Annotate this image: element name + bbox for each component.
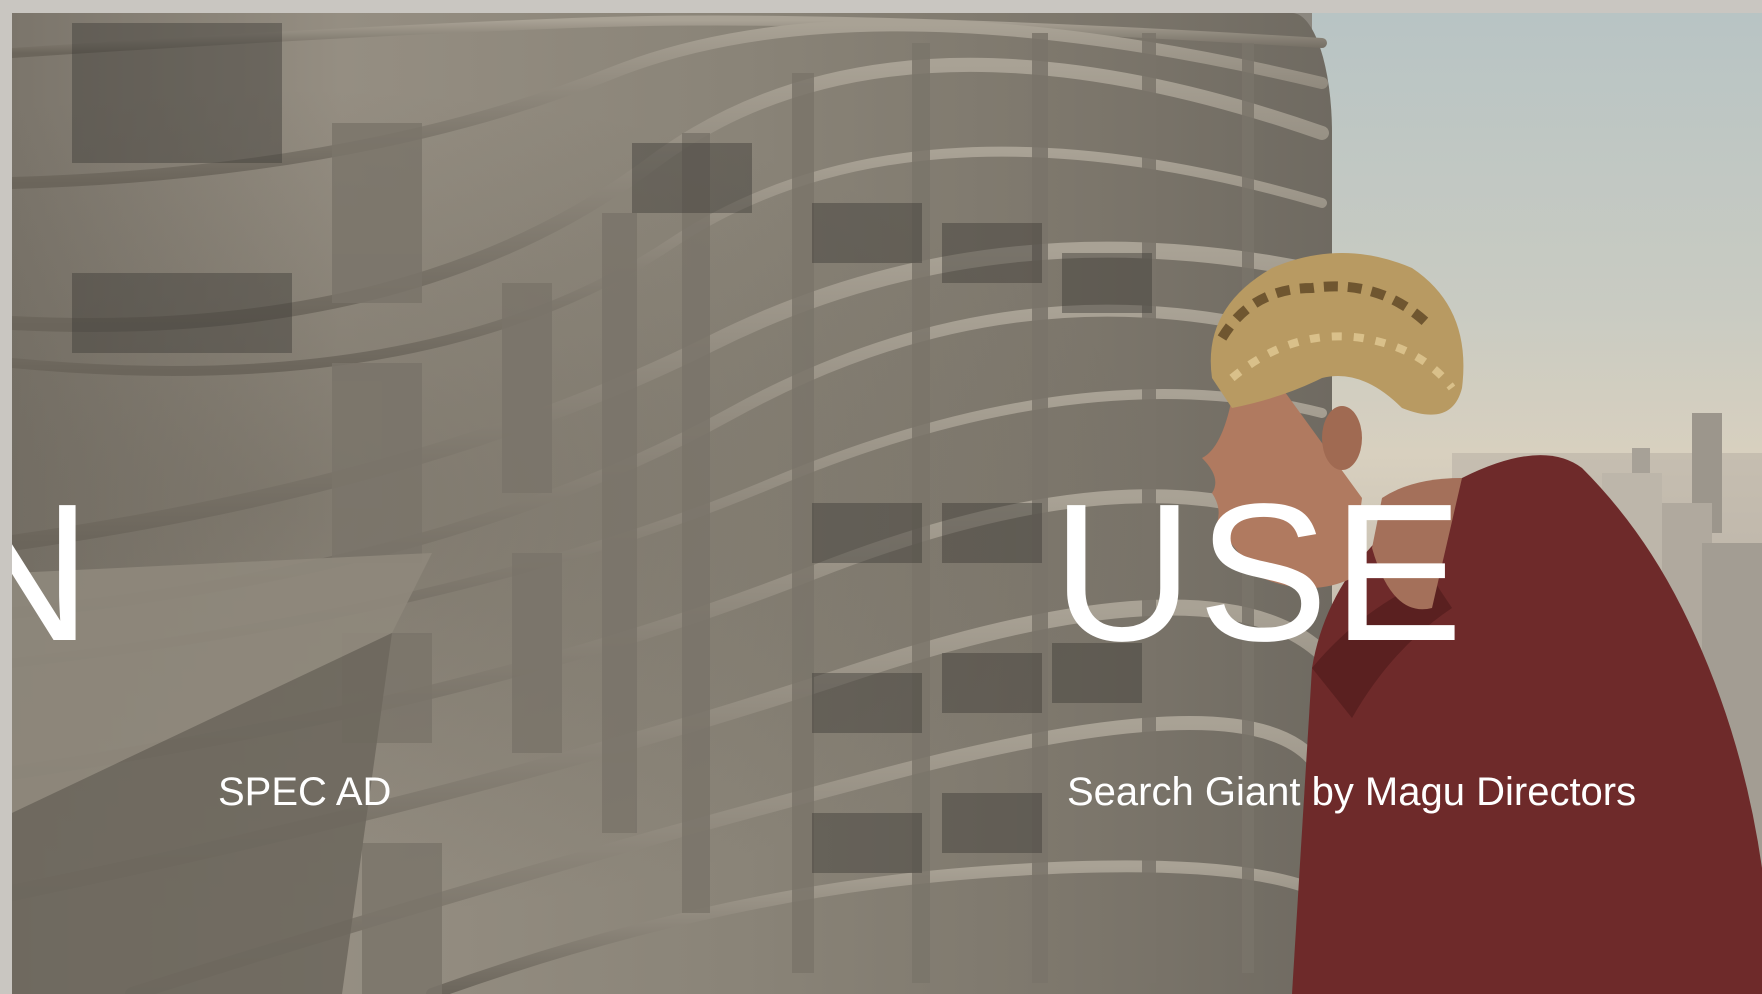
category-label: SPEC AD [218, 770, 392, 814]
headline-left-fragment: N [12, 463, 94, 682]
project-credit-link[interactable]: Search Giant by Magu Directors [1067, 772, 1636, 812]
hero-image-frame: N USE SPEC AD Search Giant by Magu Direc… [12, 13, 1762, 994]
headline-right-fragment: USE [1052, 463, 1468, 682]
